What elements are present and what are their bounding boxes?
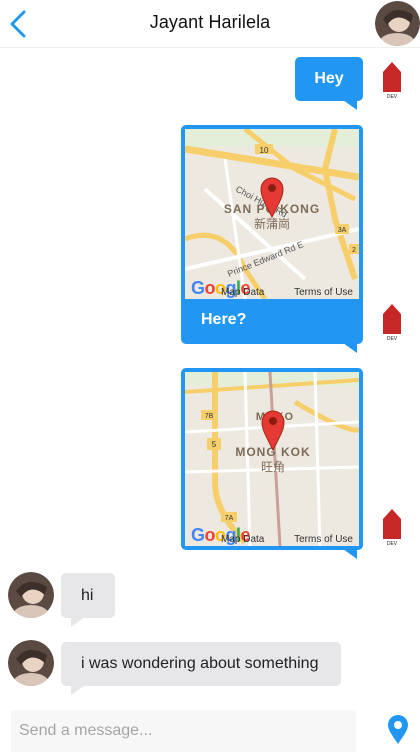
map-caption: Here? xyxy=(201,311,247,328)
dev-badge: DEV xyxy=(380,60,404,100)
svg-text:7A: 7A xyxy=(225,515,234,522)
location-pin-icon xyxy=(388,715,408,744)
avatar[interactable] xyxy=(8,572,54,618)
svg-text:2: 2 xyxy=(352,247,356,254)
terms-link[interactable]: Terms of Use xyxy=(294,287,353,298)
message-bubble-incoming[interactable]: i was wondering about something xyxy=(61,642,341,695)
svg-text:7B: 7B xyxy=(205,413,214,420)
map-data-label: Map Data xyxy=(221,534,265,545)
map-place-local: 旺角 xyxy=(261,460,285,474)
avatar[interactable] xyxy=(8,640,54,686)
dev-badge: DEV xyxy=(380,507,404,547)
map-place-local: 新蒲崗 xyxy=(254,216,290,231)
page-title: Jayant Harilela xyxy=(149,12,271,32)
message-input[interactable] xyxy=(11,710,356,752)
avatar[interactable] xyxy=(375,1,420,46)
message-bubble-outgoing[interactable]: Hey xyxy=(295,57,363,110)
location-message[interactable]: 10 3A 2 Choi Hung Rd Prince Edward Rd E … xyxy=(181,125,363,353)
send-location-button[interactable] xyxy=(386,715,410,745)
dev-badge: DEV xyxy=(380,302,404,342)
map-data-label: Map Data xyxy=(221,287,265,298)
dev-badge-label: DEV xyxy=(387,336,398,342)
location-message[interactable]: 5 7B 7A MOKO MONG KOK 旺角 Google Map Data… xyxy=(181,368,363,559)
map-thumbnail[interactable]: 5 7B 7A MOKO MONG KOK 旺角 Google Map Data… xyxy=(185,372,359,546)
message-bubble-incoming[interactable]: hi xyxy=(61,573,115,627)
chat-header: Jayant Harilela xyxy=(0,0,420,48)
terms-link[interactable]: Terms of Use xyxy=(294,534,353,545)
svg-text:10: 10 xyxy=(260,146,269,155)
dev-badge-label: DEV xyxy=(387,541,398,547)
dev-badge-label: DEV xyxy=(387,94,398,100)
svg-text:3A: 3A xyxy=(338,227,347,234)
svg-text:5: 5 xyxy=(212,440,217,449)
message-composer xyxy=(0,706,420,756)
map-thumbnail[interactable]: 10 3A 2 Choi Hung Rd Prince Edward Rd E … xyxy=(185,129,359,299)
